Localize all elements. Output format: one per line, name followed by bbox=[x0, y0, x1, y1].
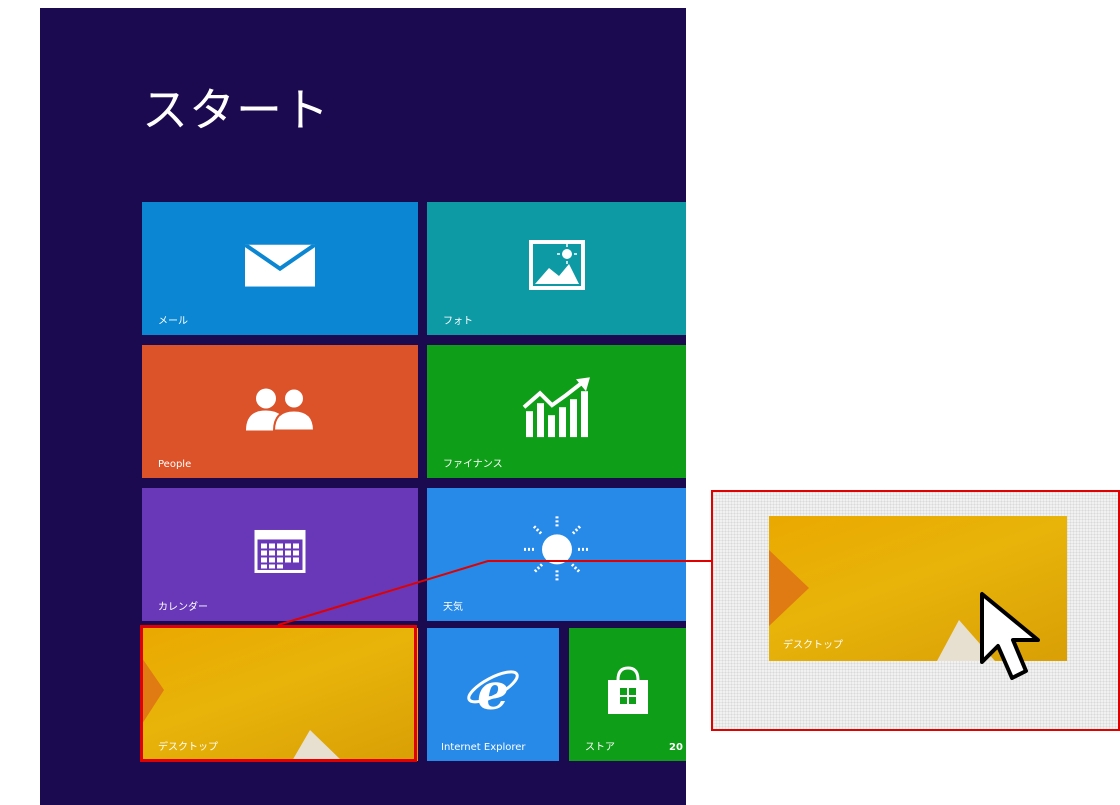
calendar-icon bbox=[254, 529, 306, 573]
people-icon bbox=[246, 386, 316, 430]
tile-label: ストア bbox=[585, 742, 615, 753]
start-screen: スタート メール フォト People ファイナンス カレンダー 天気 デスクト… bbox=[40, 8, 686, 805]
tile-photos[interactable]: フォト bbox=[427, 202, 686, 335]
tile-label: フォト bbox=[443, 316, 473, 327]
tile-label: Internet Explorer bbox=[441, 742, 526, 753]
photo-icon bbox=[528, 239, 585, 290]
store-badge: 20 bbox=[669, 742, 683, 753]
tile-label: デスクトップ bbox=[158, 742, 218, 753]
tile-calendar[interactable]: カレンダー bbox=[142, 488, 418, 621]
tile-store[interactable]: ストア 20 bbox=[569, 628, 686, 761]
tile-desktop[interactable]: デスクトップ bbox=[142, 628, 418, 761]
tile-people[interactable]: People bbox=[142, 345, 418, 478]
tile-weather[interactable]: 天気 bbox=[427, 488, 686, 621]
mail-icon bbox=[245, 244, 315, 287]
tile-label: ファイナンス bbox=[443, 459, 503, 470]
internet-explorer-icon: e bbox=[467, 664, 519, 716]
tile-label: メール bbox=[158, 316, 188, 327]
store-bag-icon bbox=[607, 665, 648, 714]
tile-label: People bbox=[158, 459, 192, 470]
zoom-callout: デスクトップ bbox=[711, 490, 1120, 731]
tile-finance[interactable]: ファイナンス bbox=[427, 345, 686, 478]
zoom-tile-label: デスクトップ bbox=[783, 640, 843, 651]
finance-chart-icon bbox=[522, 376, 590, 437]
tile-label: 天気 bbox=[443, 602, 463, 613]
tile-label: カレンダー bbox=[158, 602, 208, 613]
sun-icon bbox=[523, 515, 590, 582]
mouse-pointer-icon bbox=[980, 592, 1040, 680]
start-title: スタート bbox=[142, 83, 330, 137]
tile-internet-explorer[interactable]: e Internet Explorer bbox=[427, 628, 559, 761]
tile-mail[interactable]: メール bbox=[142, 202, 418, 335]
